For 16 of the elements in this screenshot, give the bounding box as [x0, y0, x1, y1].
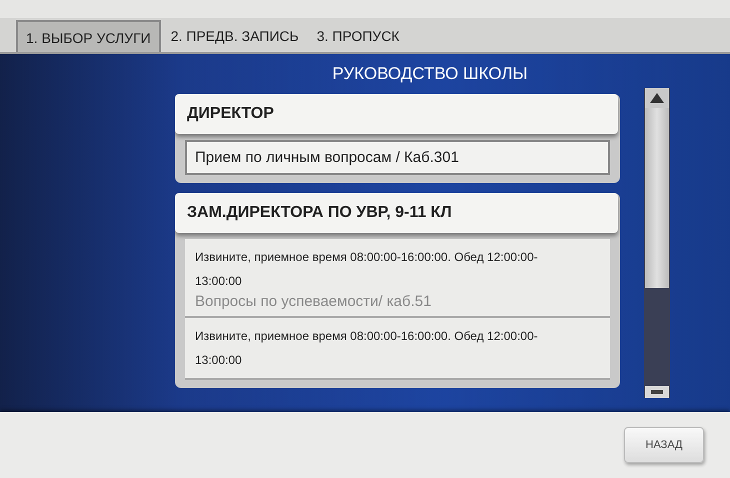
tab[interactable]: 1. ВЫБОР УСЛУГИ: [16, 20, 161, 52]
tab[interactable]: 3. ПРОПУСК: [308, 20, 408, 52]
back-button[interactable]: НАЗАД: [624, 427, 704, 463]
service-item[interactable]: Прием по личным вопросам / Каб.301: [185, 140, 610, 175]
service-name: Вопросы по успеваемости/ каб.51: [195, 293, 432, 310]
scrollbar[interactable]: [644, 88, 670, 398]
scroll-down-icon[interactable]: [645, 386, 669, 398]
group-header[interactable]: ЗАМ.ДИРЕКТОРА ПО УВР, 9-11 КЛ: [175, 193, 618, 233]
service-item[interactable]: Извините, приемное время 08:00:00-16:00:00. Обед 12:00:00-13:00:00: [185, 318, 610, 380]
service-name: Прием по личным вопросам / Каб.301: [195, 149, 460, 166]
notice-text: Извините, приемное время 08:00:00-16:00:00. Обед 12:00:00-13:00:00: [195, 249, 539, 290]
page-title: РУКОВОДСТВО ШКОЛЫ: [331, 63, 529, 85]
notice-text: Извините, приемное время 08:00:00-16:00:00. Обед 12:00:00-13:00:00: [195, 328, 539, 369]
scroll-up-icon[interactable]: [645, 88, 669, 108]
tab[interactable]: 2. ПРЕДВ. ЗАПИСЬ: [162, 20, 307, 52]
group-header[interactable]: ДИРЕКТОР: [175, 94, 618, 134]
